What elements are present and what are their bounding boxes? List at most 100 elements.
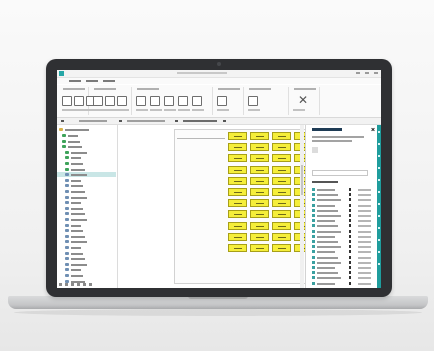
diagram-block[interactable] [272, 154, 291, 163]
tree-item[interactable] [65, 223, 110, 228]
menu-item-1[interactable] [69, 80, 81, 82]
diagram-block[interactable] [272, 143, 291, 152]
tree-item[interactable] [65, 262, 110, 267]
side-tab-icon[interactable] [378, 179, 380, 181]
close-window-button[interactable] [374, 72, 378, 74]
diagram-block[interactable] [250, 244, 269, 252]
diagram-block[interactable] [228, 154, 247, 163]
diagram-block[interactable] [228, 199, 247, 208]
maximize-button[interactable] [365, 72, 369, 74]
tree-item[interactable] [65, 251, 110, 256]
diagram-block[interactable] [228, 188, 247, 196]
diagram-block[interactable] [250, 232, 269, 241]
menu-item-2[interactable] [86, 80, 98, 82]
diagram-block[interactable] [272, 232, 291, 241]
diagram-block[interactable] [228, 132, 247, 140]
tree-item[interactable] [65, 245, 110, 250]
tree-item[interactable] [62, 144, 107, 149]
diagram-block[interactable] [250, 165, 269, 174]
diagram-block[interactable] [272, 176, 291, 185]
diagram-block[interactable] [272, 199, 291, 208]
diagram-block[interactable] [250, 132, 269, 140]
x-icon[interactable]: ✕ [298, 94, 308, 106]
tree-item[interactable] [62, 133, 107, 138]
ribbon-button-4-1[interactable] [217, 96, 227, 106]
tree-item[interactable] [65, 183, 110, 188]
diagram-block[interactable] [250, 221, 269, 230]
ribbon-button-2-2[interactable] [105, 96, 115, 106]
tree-item[interactable] [65, 172, 110, 177]
tree-item[interactable] [65, 195, 110, 200]
ribbon-button-3-3[interactable] [164, 96, 174, 106]
canvas-scrollbar[interactable] [300, 125, 304, 288]
tree-item[interactable] [65, 178, 110, 183]
ribbon-button-2-1[interactable] [93, 96, 103, 106]
diagram-block[interactable] [228, 244, 247, 252]
side-tab-icon[interactable] [378, 239, 380, 241]
diagram-block[interactable] [272, 132, 291, 140]
diagram-block[interactable] [228, 176, 247, 185]
tree-item[interactable] [65, 211, 110, 216]
ribbon-button-2-3[interactable] [117, 96, 127, 106]
diagram-block[interactable] [272, 221, 291, 230]
ribbon-button-1-1[interactable] [62, 96, 72, 106]
tree-item[interactable] [65, 189, 110, 194]
diagram-block[interactable] [272, 244, 291, 252]
tree-item[interactable] [65, 200, 110, 205]
tree-item[interactable] [62, 139, 107, 144]
tree-item[interactable] [65, 150, 110, 155]
diagram-block[interactable] [250, 154, 269, 163]
tree-tool-1[interactable] [59, 283, 62, 286]
diagram-block[interactable] [250, 199, 269, 208]
menu-item-3[interactable] [103, 80, 115, 82]
address-segment-1[interactable] [79, 120, 107, 122]
address-segment-2[interactable] [127, 120, 165, 122]
back-icon[interactable] [61, 120, 64, 122]
diagram-block[interactable] [228, 165, 247, 174]
side-tab-icon[interactable] [378, 251, 380, 253]
diagram-block[interactable] [228, 143, 247, 152]
diagram-block[interactable] [250, 143, 269, 152]
side-tab-icon[interactable] [378, 215, 380, 217]
diagram-block[interactable] [272, 188, 291, 196]
close-icon[interactable] [371, 127, 375, 131]
panel-search-input[interactable] [312, 170, 368, 176]
side-tab-icon[interactable] [378, 263, 380, 265]
tree-item[interactable] [65, 273, 110, 278]
side-tab-strip[interactable] [377, 125, 381, 288]
tree-item[interactable] [65, 267, 110, 272]
diagram-block[interactable] [250, 176, 269, 185]
tree-item[interactable] [65, 239, 110, 244]
ribbon-button-3-1[interactable] [136, 96, 146, 106]
dropdown-icon[interactable] [223, 120, 226, 122]
address-segment-3[interactable] [183, 120, 217, 122]
diagram-block[interactable] [228, 210, 247, 219]
side-tab-icon[interactable] [378, 167, 380, 169]
tree-item[interactable] [65, 256, 110, 261]
diagram-block[interactable] [228, 232, 247, 241]
side-tab-icon[interactable] [378, 155, 380, 157]
diagram-block[interactable] [228, 221, 247, 230]
ribbon-button-3-5[interactable] [192, 96, 202, 106]
ribbon-button-1-2[interactable] [74, 96, 84, 106]
diagram-block[interactable] [250, 188, 269, 196]
property-row[interactable] [312, 281, 372, 286]
tree-item[interactable] [65, 161, 110, 166]
scrollbar-thumb[interactable] [301, 165, 303, 195]
side-tab-icon[interactable] [378, 227, 380, 229]
side-tab-icon[interactable] [378, 131, 380, 133]
diagram-block[interactable] [272, 210, 291, 219]
ribbon-button-3-2[interactable] [150, 96, 160, 106]
side-tab-icon[interactable] [378, 143, 380, 145]
tree-item[interactable] [65, 155, 110, 160]
tree-item[interactable] [65, 217, 110, 222]
tree-root[interactable] [59, 127, 114, 132]
side-tab-icon[interactable] [378, 203, 380, 205]
ribbon-button-5-1[interactable] [248, 96, 258, 106]
ribbon-button-3-4[interactable] [178, 96, 188, 106]
diagram-block[interactable] [272, 165, 291, 174]
minimize-button[interactable] [356, 72, 360, 74]
diagram-canvas[interactable] [118, 125, 321, 288]
diagram-block[interactable] [250, 210, 269, 219]
tree-item[interactable] [65, 279, 110, 284]
